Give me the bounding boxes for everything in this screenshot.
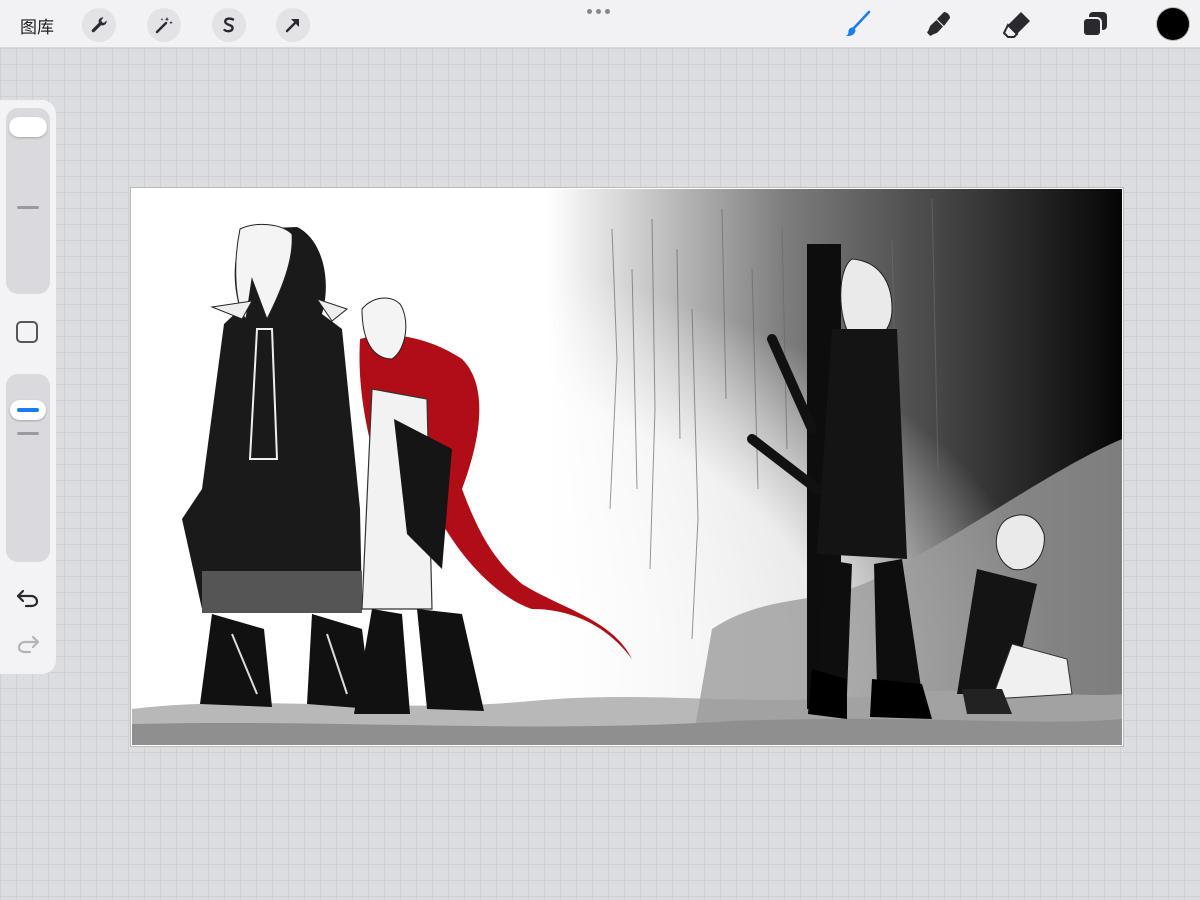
magic-wand-icon[interactable]	[147, 8, 181, 42]
brush-icon[interactable]	[840, 6, 876, 42]
layers-icon[interactable]	[1077, 6, 1113, 42]
gallery-button[interactable]: 图库	[20, 13, 54, 38]
eraser-icon[interactable]	[999, 6, 1035, 42]
color-swatch[interactable]	[1157, 8, 1189, 40]
brush-size-slider[interactable]	[6, 108, 50, 294]
slider-tick	[17, 206, 39, 209]
drawing-canvas[interactable]	[131, 188, 1123, 746]
transform-arrow-icon[interactable]	[276, 8, 310, 42]
artwork-illustration	[132, 189, 1122, 745]
square-modifier-icon[interactable]	[16, 321, 38, 343]
opacity-slider[interactable]	[6, 374, 50, 562]
opacity-thumb[interactable]	[10, 400, 46, 420]
smudge-icon[interactable]	[921, 6, 957, 42]
selection-s-icon[interactable]	[212, 8, 246, 42]
top-toolbar: 图库	[0, 0, 1200, 48]
brush-size-thumb[interactable]	[9, 117, 47, 137]
slider-tick	[17, 432, 39, 435]
left-sidebar	[0, 100, 56, 674]
undo-arrow-icon[interactable]	[14, 586, 42, 610]
wrench-icon[interactable]	[82, 8, 116, 42]
redo-arrow-icon[interactable]	[14, 632, 42, 656]
toolbar-grabber[interactable]	[587, 9, 610, 14]
